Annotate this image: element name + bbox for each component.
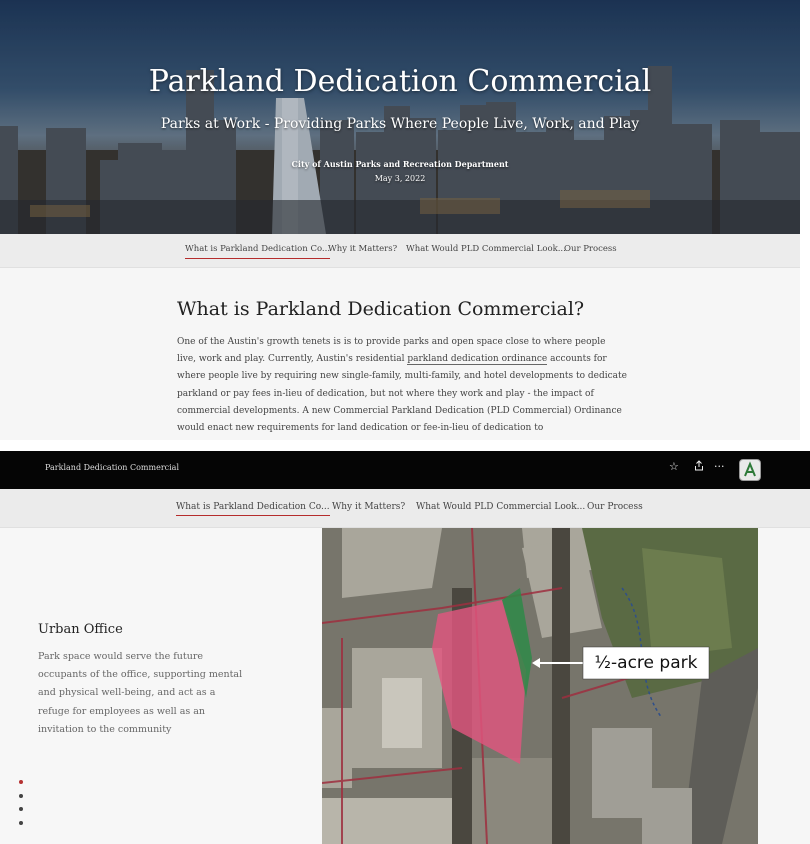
progress-dot[interactable] — [19, 820, 23, 825]
nav-tab-why-it-matters[interactable]: Why it Matters? — [332, 489, 405, 527]
nav-tab-why-it-matters[interactable]: Why it Matters? — [328, 234, 397, 267]
share-icon[interactable] — [694, 460, 704, 474]
map-callout-label: ½-acre park — [594, 653, 698, 673]
aerial-map-image: ½-acre park — [322, 528, 758, 844]
story-author: City of Austin Parks and Recreation Depa… — [291, 159, 509, 169]
progress-dot[interactable] — [19, 780, 23, 784]
progress-dots — [19, 780, 23, 834]
story-nav-bar-sticky: What is Parkland Dedication Co... Why it… — [0, 489, 810, 528]
story-date: May 3, 2022 — [374, 174, 426, 183]
nav-tab-our-process[interactable]: Our Process — [587, 489, 643, 527]
nav-tab-our-process[interactable]: Our Process — [564, 234, 617, 267]
section-heading: Urban Office — [38, 622, 123, 637]
nav-tab-what-is-pld[interactable]: What is Parkland Dedication Co... — [185, 234, 331, 267]
nav-tab-what-would-pld-look[interactable]: What Would PLD Commercial Look... — [416, 489, 585, 527]
hero-banner: Parkland Dedication Commercial Parks at … — [0, 0, 800, 234]
article-section: What is Parkland Dedication Commercial? … — [177, 298, 627, 437]
parkland-ordinance-link[interactable]: parkland dedication ordinance — [407, 354, 548, 366]
story-cover-panel: Parkland Dedication Commercial Parks at … — [0, 0, 800, 440]
story-nav-bar: What is Parkland Dedication Co... Why it… — [0, 234, 800, 268]
section-body: Park space would serve the future occupa… — [38, 651, 243, 735]
progress-dot[interactable] — [19, 807, 23, 811]
header-story-title: Parkland Dedication Commercial — [45, 463, 180, 472]
story-scroll-panel: Parkland Dedication Commercial ☆ ··· Wha… — [0, 451, 810, 844]
nav-tab-what-would-pld-look[interactable]: What Would PLD Commercial Look... — [406, 234, 566, 267]
article-heading: What is Parkland Dedication Commercial? — [177, 298, 585, 320]
sidecar-narrative: Urban Office Park space would serve the … — [0, 528, 322, 844]
more-icon[interactable]: ··· — [714, 460, 725, 473]
article-body: One of the Austin's growth tenets is is … — [177, 334, 627, 437]
article-body-text-continued: accounts for where people live by requir… — [177, 354, 627, 434]
star-icon[interactable]: ☆ — [669, 460, 679, 473]
story-subtitle: Parks at Work - Providing Parks Where Pe… — [160, 116, 640, 132]
aerial-photo — [322, 528, 758, 844]
nav-tab-what-is-pld[interactable]: What is Parkland Dedication Co... — [176, 489, 330, 527]
app-logo-icon[interactable] — [739, 459, 761, 481]
story-header-bar: Parkland Dedication Commercial ☆ ··· — [0, 451, 810, 489]
progress-dot[interactable] — [19, 793, 23, 798]
story-title: Parkland Dedication Commercial — [148, 64, 652, 99]
